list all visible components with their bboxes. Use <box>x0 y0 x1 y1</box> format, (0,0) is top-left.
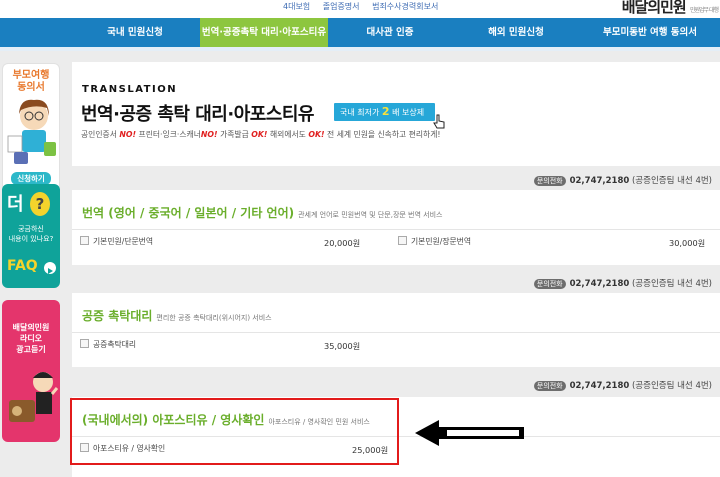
service-price: 35,000원 <box>324 341 361 351</box>
section-subtitle: 관세계 언어로 민원번역 및 단문,장문 번역 서비스 <box>298 211 443 219</box>
girl-illustration-icon <box>7 99 56 164</box>
faq-label: FAQ <box>7 258 38 274</box>
logo-sub: 민원업무 대행 <box>689 7 719 14</box>
desc-text: 가족발급 <box>217 130 252 139</box>
service-price: 30,000원 <box>669 238 706 248</box>
service-item[interactable]: 기본민원/장문번역 <box>398 236 471 247</box>
service-row: 기본민원/단문번역 20,000원 기본민원/장문번역 30,000원 <box>72 230 720 254</box>
service-label: 공증촉탁대리 <box>93 340 137 349</box>
travel-consent-banner[interactable]: 부모여행 동의서 신청하기 <box>2 63 60 191</box>
top-link-insurance[interactable]: 4대보험 <box>283 2 310 11</box>
top-links: 4대보험 졸업증명서 범죄수사경력회보서 <box>283 1 448 12</box>
service-item[interactable]: 공증촉탁대리 <box>80 339 136 350</box>
pointer-hand-icon <box>433 114 445 129</box>
nav-domestic[interactable]: 국내 민원신청 <box>70 18 200 47</box>
contact-line-3: 문의전화 02,747,2180 (공증인증팀 내선 4번) <box>533 379 712 391</box>
faq-banner-caption: 궁금하신 내용이 있나요? <box>8 225 54 243</box>
section-title: 번역 (영어 / 중국어 / 일본어 / 기타 언어) <box>82 206 295 220</box>
nav-overseas[interactable]: 해외 민원신청 <box>452 18 580 47</box>
desc-emphasis: NO! <box>119 130 137 139</box>
promo-prefix: 국내 최저가 <box>340 108 380 117</box>
promo-number: 2 <box>381 105 390 118</box>
promo-suffix: 배 보상제 <box>392 108 425 117</box>
service-label: 기본민원/단문번역 <box>93 237 154 246</box>
section-header: 번역 (영어 / 중국어 / 일본어 / 기타 언어) 관세계 언어로 민원번역 … <box>72 190 720 230</box>
desc-emphasis: NO! <box>200 130 218 139</box>
desc-emphasis: OK! <box>308 130 325 139</box>
logo-text: 배달의민원 <box>621 0 687 16</box>
sidebar: 부모여행 동의서 신청하기 더 ? 궁금하신 내용이 있나요? FAQ 배달의민… <box>0 51 62 477</box>
section-notary: 공증 촉탁대리 편리한 공증 촉탁대리(위시어지) 서비스 공증촉탁대리 35,0… <box>72 293 720 367</box>
desc-text: 프린터·잉크·스캐너 <box>136 130 201 139</box>
contact-note: (공증인증팀 내선 4번) <box>631 279 712 289</box>
highlight-box <box>70 398 399 465</box>
contact-note: (공증인증팀 내선 4번) <box>631 176 712 186</box>
contact-note: (공증인증팀 내선 4번) <box>631 381 712 391</box>
contact-badge: 문의전화 <box>533 176 566 186</box>
hero-en-label: TRANSLATION <box>82 84 178 95</box>
section-title: 공증 촉탁대리 <box>82 309 153 323</box>
top-link-criminal-record[interactable]: 범죄수사경력회보서 <box>372 2 438 11</box>
contact-line-2: 문의전화 02,747,2180 (공증인증팀 내선 4번) <box>533 277 712 289</box>
service-label: 기본민원/장문번역 <box>411 237 472 246</box>
contact-number: 02,747,2180 <box>569 279 630 289</box>
top-utility-bar: 4대보험 졸업증명서 범죄수사경력회보서 배달의민원 민원업무 대행 <box>0 0 720 18</box>
nav-embassy[interactable]: 대사관 인증 <box>328 18 452 47</box>
contact-number: 02,747,2180 <box>569 381 630 391</box>
nav-translation-active[interactable]: 번역·공증촉탁 대리·아포스티유 <box>200 18 328 47</box>
faq-banner-big-text: 더 <box>7 194 24 215</box>
radio-character-icon <box>9 372 59 422</box>
checkbox[interactable] <box>398 236 407 245</box>
desc-text: 전 세계 민원을 신속하고 편리하게! <box>324 130 441 139</box>
lowest-price-promo-button[interactable]: 국내 최저가 2 배 보상제 <box>333 102 436 122</box>
contact-badge: 문의전화 <box>533 279 566 289</box>
checkbox[interactable] <box>80 236 89 245</box>
site-logo[interactable]: 배달의민원 민원업무 대행 <box>621 0 719 17</box>
radio-ad-banner[interactable]: 배달의민원 라디오 광고듣기 <box>2 300 60 442</box>
contact-number: 02,747,2180 <box>569 176 630 186</box>
section-translation: 번역 (영어 / 중국어 / 일본어 / 기타 언어) 관세계 언어로 민원번역 … <box>72 190 720 265</box>
service-price: 20,000원 <box>324 238 361 248</box>
top-link-graduation[interactable]: 졸업증명서 <box>323 2 360 11</box>
checkbox[interactable] <box>80 339 89 348</box>
section-header: 공증 촉탁대리 편리한 공증 촉탁대리(위시어지) 서비스 <box>72 293 720 333</box>
play-icon <box>44 262 56 274</box>
hero-banner: TRANSLATION 번역·공증 촉탁 대리·아포스티유 국내 최저가 2 배… <box>72 62 720 166</box>
question-mark-icon: ? <box>30 192 50 216</box>
service-row: 공증촉탁대리 35,000원 <box>72 333 720 357</box>
nav-travel-consent[interactable]: 부모미동반 여행 동의서 <box>580 18 720 47</box>
desc-text: 해외에서도 <box>267 130 309 139</box>
faq-banner[interactable]: 더 ? 궁금하신 내용이 있나요? FAQ <box>2 184 60 288</box>
hero-description: 공인인증서 NO! 프린터·잉크·스캐너NO! 가족발급 OK! 해외에서도 O… <box>81 129 441 140</box>
section-subtitle: 편리한 공증 촉탁대리(위시어지) 서비스 <box>156 314 272 322</box>
service-item[interactable]: 기본민원/단문번역 <box>80 236 153 247</box>
contact-line-1: 문의전화 02,747,2180 (공증인증팀 내선 4번) <box>533 174 712 186</box>
left-arrow-icon <box>415 420 524 446</box>
desc-text: 공인인증서 <box>81 130 120 139</box>
contact-badge: 문의전화 <box>533 381 566 391</box>
travel-consent-banner-title: 부모여행 동의서 <box>12 70 50 93</box>
radio-ad-banner-text: 배달의민원 라디오 광고듣기 <box>12 323 50 354</box>
hero-title: 번역·공증 촉탁 대리·아포스티유 <box>81 104 315 125</box>
main-nav: 국내 민원신청 번역·공증촉탁 대리·아포스티유 대사관 인증 해외 민원신청 … <box>0 18 720 47</box>
desc-emphasis: OK! <box>251 130 268 139</box>
